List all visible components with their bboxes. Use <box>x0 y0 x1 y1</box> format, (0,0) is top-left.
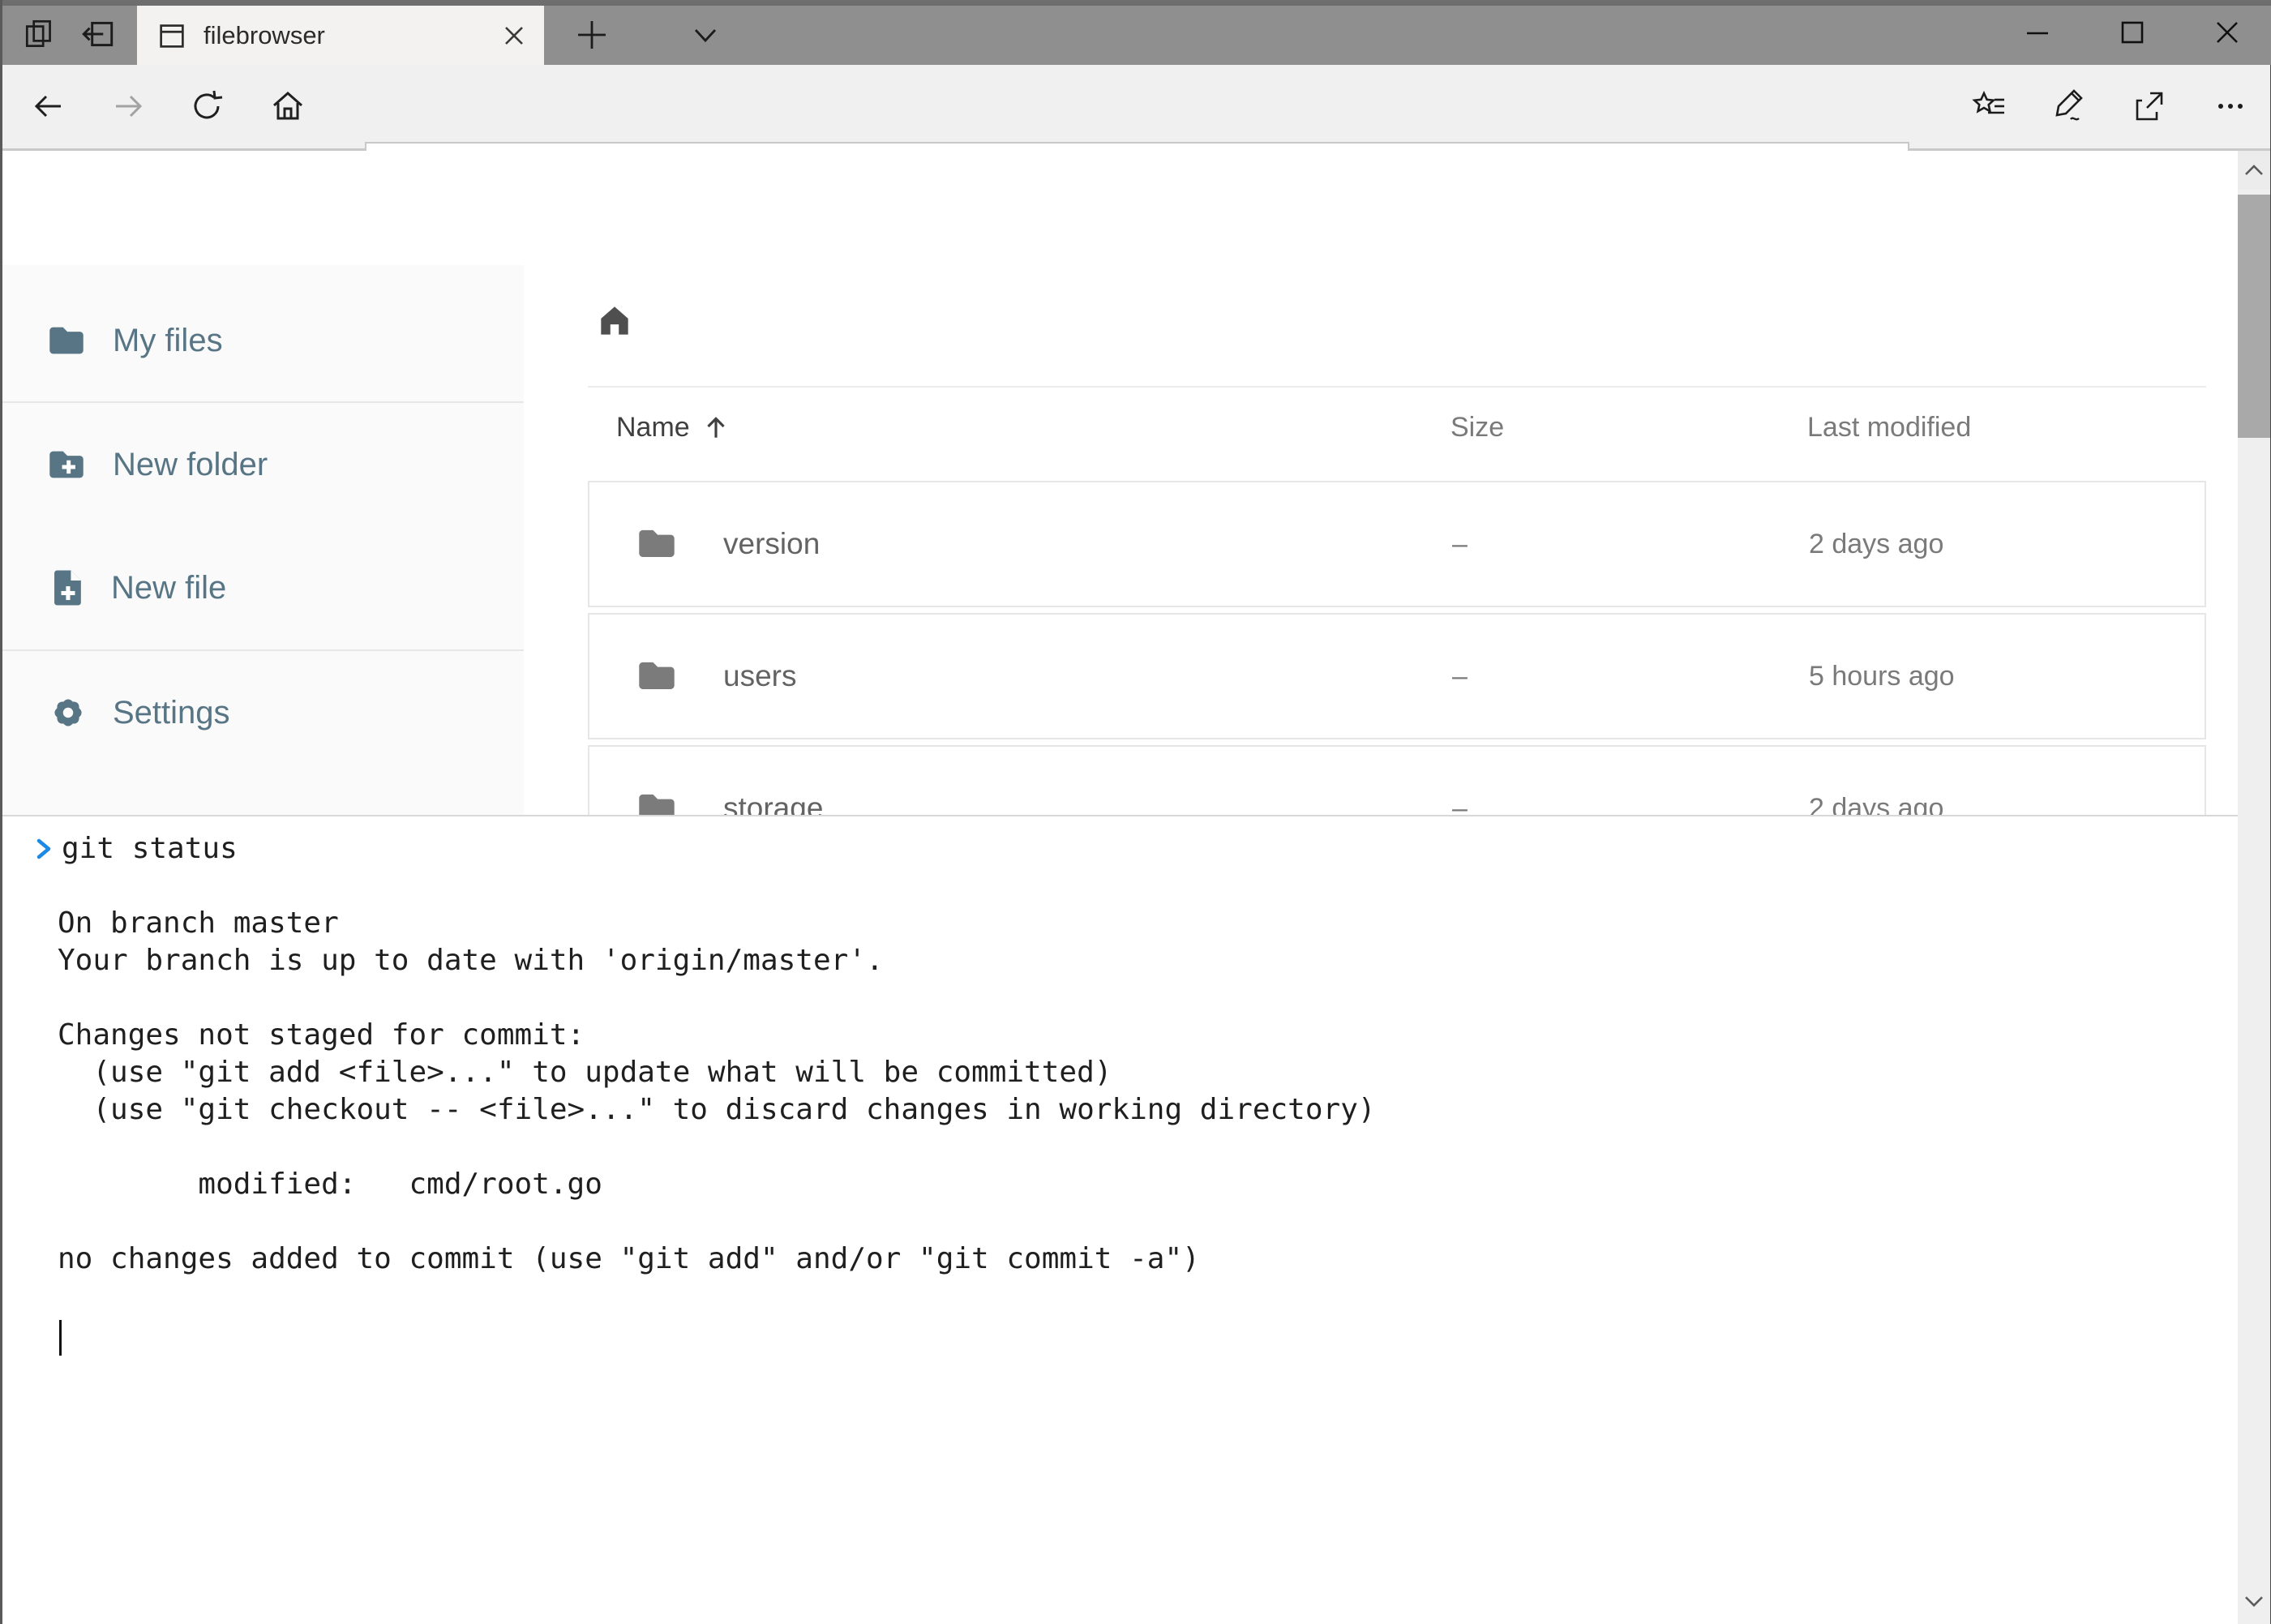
set-tabs-aside-icon[interactable] <box>75 11 121 57</box>
browser-toolbar: filebrowser.web/files/ <box>2 65 2271 151</box>
sidebar-item-label: Settings <box>113 695 230 731</box>
prompt-chevron-icon <box>34 835 54 863</box>
sidebar-item-new-folder[interactable]: New folder <box>2 424 524 505</box>
sidebar-divider <box>2 649 524 651</box>
tab-title: filebrowser <box>204 21 325 50</box>
terminal-line <box>34 1278 1376 1315</box>
tab-favicon-page-icon <box>155 19 189 53</box>
terminal-line: (use "git add <file>..." to update what … <box>34 1054 1376 1091</box>
share-icon[interactable] <box>2122 79 2179 133</box>
terminal-line <box>34 868 1376 905</box>
tab-close-icon[interactable] <box>500 22 528 49</box>
terminal-prompt-line: git status <box>34 830 1376 868</box>
sidebar-item-my-files[interactable]: My files <box>2 300 524 381</box>
terminal-line <box>34 1203 1376 1240</box>
scrollbar-down-icon[interactable] <box>2238 1582 2270 1621</box>
file-plus-icon <box>49 567 87 609</box>
filebrowser-header <box>2 151 2271 265</box>
folder-icon <box>45 321 88 360</box>
home-icon[interactable] <box>259 79 317 133</box>
row-modified: 2 days ago <box>1809 793 2205 816</box>
forward-icon[interactable] <box>100 79 156 133</box>
terminal-line: no changes added to commit (use "git add… <box>34 1240 1376 1278</box>
row-size: – <box>1452 793 1809 816</box>
web-note-pen-icon[interactable] <box>2041 79 2097 133</box>
terminal-cursor <box>59 1320 62 1356</box>
table-row-version[interactable]: version – 2 days ago <box>588 481 2206 607</box>
scrollbar-thumb[interactable] <box>2238 195 2270 438</box>
terminal-cursor-line <box>34 1315 1376 1352</box>
row-size: – <box>1452 529 1809 560</box>
refresh-icon[interactable] <box>178 79 236 133</box>
window-close-button[interactable] <box>2195 3 2260 62</box>
scrollbar-up-icon[interactable] <box>2238 151 2270 190</box>
terminal-output: git status On branch master Your branch … <box>34 830 1376 1352</box>
terminal-line <box>34 1129 1376 1166</box>
sort-ascending-icon <box>703 413 729 442</box>
folder-icon <box>634 525 679 563</box>
more-options-icon[interactable] <box>2201 79 2260 133</box>
sidebar: My files New folder New file Settings <box>2 265 524 815</box>
table-row-users[interactable]: users – 5 hours ago <box>588 613 2206 739</box>
listing-rows: version – 2 days ago users – 5 hours ago <box>588 481 2206 815</box>
terminal-line: modified: cmd/root.go <box>34 1166 1376 1203</box>
row-size: – <box>1452 661 1809 692</box>
table-row-storage[interactable]: storage – 2 days ago <box>588 745 2206 815</box>
sidebar-item-new-file[interactable]: New file <box>2 547 524 628</box>
file-listing: Name Size Last modified version – 2 days… <box>524 265 2238 815</box>
sidebar-divider <box>2 401 524 403</box>
row-name: version <box>723 527 820 561</box>
sidebar-item-label: New file <box>111 570 226 606</box>
browser-tab[interactable]: filebrowser <box>137 6 544 65</box>
terminal-line: (use "git checkout -- <file>..." to disc… <box>34 1091 1376 1129</box>
folder-plus-icon <box>45 445 88 484</box>
terminal-line: Your branch is up to date with 'origin/m… <box>34 942 1376 979</box>
sidebar-item-label: New folder <box>113 447 268 483</box>
gear-icon <box>48 692 88 733</box>
terminal-line: On branch master <box>34 905 1376 942</box>
terminal-command: git status <box>62 830 238 868</box>
window-top-border <box>2 0 2271 6</box>
window-minimize-button[interactable] <box>2005 3 2070 62</box>
back-icon[interactable] <box>20 79 77 133</box>
column-header-name[interactable]: Name <box>588 412 1450 443</box>
breadcrumb-home-icon[interactable] <box>593 299 636 343</box>
window-maximize-button[interactable] <box>2100 3 2165 62</box>
tab-preview-icon[interactable] <box>17 11 62 57</box>
row-modified: 2 days ago <box>1809 529 2205 560</box>
terminal-line <box>34 979 1376 1017</box>
column-header-size[interactable]: Size <box>1450 412 1807 443</box>
browser-titlebar: filebrowser <box>2 0 2271 65</box>
row-name: storage <box>723 791 823 815</box>
tab-list-chevron-icon[interactable] <box>679 11 732 58</box>
folder-icon <box>634 657 679 696</box>
sidebar-item-label: My files <box>113 323 223 359</box>
new-tab-button[interactable] <box>565 10 619 60</box>
page-scrollbar[interactable] <box>2238 151 2270 1624</box>
sidebar-item-settings[interactable]: Settings <box>2 672 524 753</box>
listing-header-row: Name Size Last modified <box>588 403 2206 452</box>
column-header-modified[interactable]: Last modified <box>1807 412 2206 443</box>
screenshot-root: filebrowser <box>0 0 2271 1624</box>
row-modified: 5 hours ago <box>1809 661 2205 692</box>
terminal-panel[interactable]: git status On branch master Your branch … <box>2 815 2271 1624</box>
terminal-line: Changes not staged for commit: <box>34 1017 1376 1054</box>
row-name: users <box>723 659 796 693</box>
breadcrumb-divider <box>588 386 2206 388</box>
hub-favorites-icon[interactable] <box>1961 79 2018 133</box>
folder-icon <box>634 789 679 815</box>
